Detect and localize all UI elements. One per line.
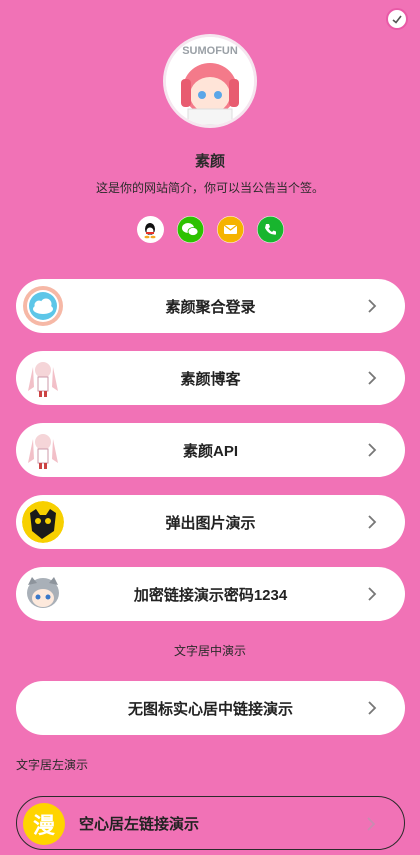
link-card-login[interactable]: 素颜聚合登录: [16, 279, 405, 333]
chevron-right-icon: [368, 443, 377, 457]
chevron-right-icon: [368, 587, 377, 601]
link-card-api[interactable]: 素颜API: [16, 423, 405, 477]
theme-toggle-button[interactable]: [386, 8, 408, 30]
profile-name: 素颜: [194, 153, 225, 170]
check-icon: [392, 15, 402, 24]
wechat-icon: [177, 216, 203, 243]
chevron-right-icon: [368, 701, 377, 715]
anime-gray-girl-icon: [22, 573, 64, 615]
profile-bio: 这是你的网站简介，你可以当公告当个签。: [95, 181, 324, 195]
manga-badge-text: 漫: [32, 814, 55, 839]
link-card-blog[interactable]: 素颜博客: [16, 351, 405, 405]
anime-girl-icon: [22, 357, 64, 399]
qq-link[interactable]: [136, 216, 164, 243]
link-label: 弹出图片演示: [165, 514, 256, 532]
email-link[interactable]: [216, 216, 244, 243]
manga-badge-icon: 漫: [23, 803, 65, 845]
cloud-icon: [22, 285, 64, 327]
link-label: 无图标实心居中链接演示: [127, 700, 293, 718]
chevron-right-icon: [368, 371, 377, 385]
link-card-left-outline[interactable]: 漫 空心居左链接演示: [16, 796, 405, 850]
phone-link[interactable]: [256, 216, 284, 243]
link-card-encrypted[interactable]: 加密链接演示密码1234: [16, 567, 405, 621]
link-label: 素颜API: [182, 442, 238, 460]
cat-icon: [22, 501, 64, 543]
link-card-center-solid[interactable]: 无图标实心居中链接演示: [16, 681, 405, 735]
link-label: 加密链接演示密码1234: [133, 586, 288, 604]
chevron-right-icon: [368, 299, 377, 313]
left-caption: 文字居左演示: [16, 758, 89, 772]
qq-icon: [144, 222, 156, 238]
link-label: 空心居左链接演示: [79, 815, 200, 833]
social-links: [0, 216, 420, 243]
avatar: SUMOFUN: [163, 34, 257, 128]
link-card-popup-image[interactable]: 弹出图片演示: [16, 495, 405, 549]
chevron-right-icon: [368, 515, 377, 529]
avatar-text: SUMOFUN: [182, 45, 238, 57]
email-icon: [217, 216, 243, 243]
anime-girl-icon: [22, 429, 64, 471]
center-caption: 文字居中演示: [173, 644, 246, 658]
link-label: 素颜聚合登录: [165, 298, 256, 316]
phone-icon: [257, 216, 283, 243]
chevron-right-icon: [367, 817, 376, 831]
link-label: 素颜博客: [180, 370, 241, 388]
wechat-link[interactable]: [176, 216, 204, 243]
